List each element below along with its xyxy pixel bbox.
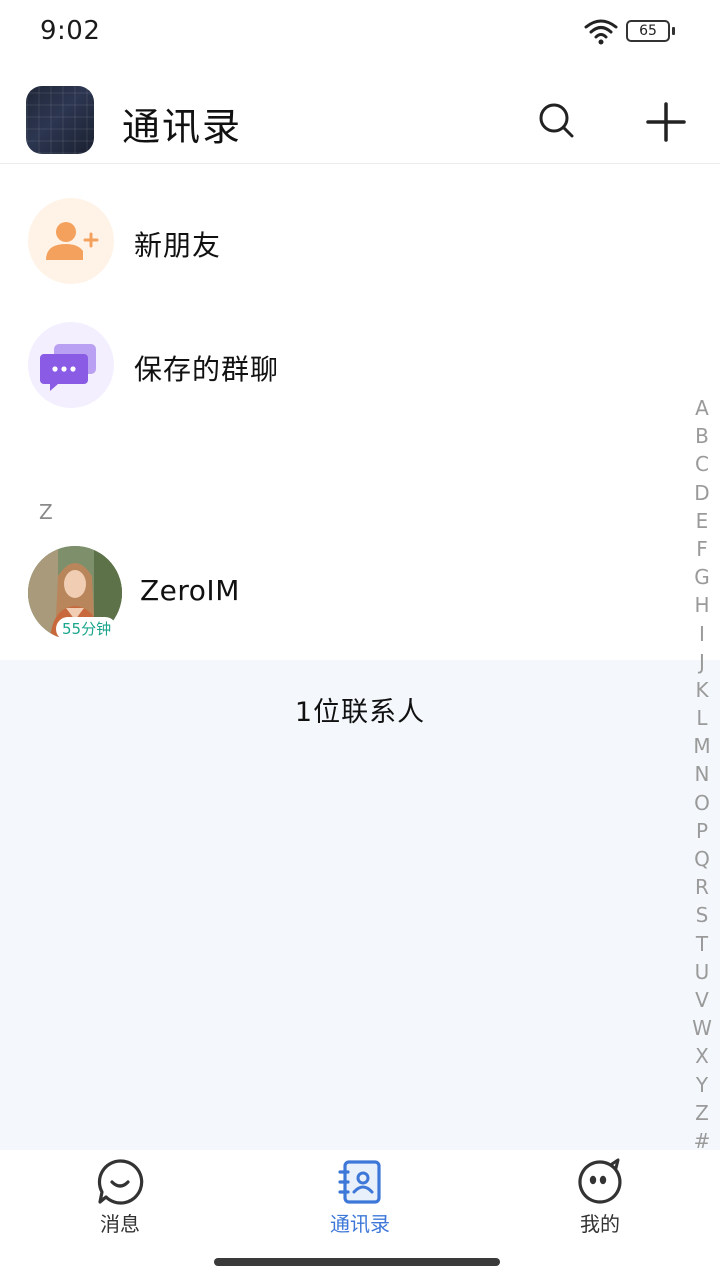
- message-icon: [97, 1159, 144, 1205]
- alphabet-letter[interactable]: W: [686, 1014, 718, 1042]
- alphabet-letter[interactable]: E: [686, 507, 718, 535]
- search-icon[interactable]: [536, 100, 576, 140]
- home-indicator: [214, 1258, 500, 1266]
- alphabet-letter[interactable]: F: [686, 535, 718, 563]
- add-friend-icon: [28, 198, 114, 284]
- add-icon[interactable]: [644, 100, 688, 144]
- contacts-screen: 9:02 65 通讯录 新朋友 保存的群聊 Z 55分钟 ZeroIM 1位联系…: [0, 0, 720, 1280]
- alphabet-letter[interactable]: L: [686, 704, 718, 732]
- contact-name: ZeroIM: [140, 574, 240, 607]
- user-avatar[interactable]: [26, 86, 94, 154]
- alphabet-letter[interactable]: B: [686, 422, 718, 450]
- saved-groups-label: 保存的群聊: [134, 353, 280, 386]
- nav-messages-label: 消息: [100, 1212, 140, 1236]
- contacts-icon: [338, 1160, 381, 1204]
- alphabet-letter[interactable]: Y: [686, 1071, 718, 1099]
- alphabet-letter[interactable]: G: [686, 563, 718, 591]
- alphabet-letter[interactable]: Z: [686, 1099, 718, 1127]
- last-active-badge: 55分钟: [56, 617, 118, 641]
- nav-contacts-label: 通讯录: [330, 1212, 390, 1236]
- alphabet-letter[interactable]: P: [686, 817, 718, 845]
- alphabet-letter[interactable]: R: [686, 873, 718, 901]
- alphabet-letter[interactable]: U: [686, 958, 718, 986]
- new-friends-item[interactable]: 新朋友: [0, 186, 720, 296]
- alphabet-letter[interactable]: A: [686, 394, 718, 422]
- app-header: 通讯录: [0, 64, 720, 164]
- profile-icon: [578, 1158, 622, 1204]
- alphabet-index[interactable]: A B C D E F G H I J K L M N O P Q R S T U V W X Y Z #: [686, 394, 718, 1155]
- alphabet-letter[interactable]: T: [686, 930, 718, 958]
- wifi-icon: [584, 19, 618, 45]
- alphabet-letter[interactable]: K: [686, 676, 718, 704]
- nav-messages[interactable]: 消息: [0, 1150, 240, 1240]
- bottom-nav: 消息 通讯录 我的: [0, 1150, 720, 1240]
- alphabet-letter[interactable]: J: [686, 648, 718, 676]
- group-chat-icon: [28, 322, 114, 408]
- alphabet-letter[interactable]: V: [686, 986, 718, 1014]
- alphabet-letter[interactable]: S: [686, 901, 718, 929]
- nav-profile[interactable]: 我的: [480, 1150, 720, 1240]
- alphabet-letter[interactable]: X: [686, 1042, 718, 1070]
- alphabet-letter[interactable]: D: [686, 479, 718, 507]
- alphabet-letter[interactable]: H: [686, 591, 718, 619]
- nav-profile-label: 我的: [580, 1212, 620, 1236]
- new-friends-label: 新朋友: [134, 229, 222, 262]
- alphabet-letter[interactable]: C: [686, 450, 718, 478]
- contact-count: 1位联系人: [294, 697, 426, 728]
- alphabet-letter[interactable]: O: [686, 789, 718, 817]
- status-time: 9:02: [40, 16, 101, 46]
- contact-count-area: 1位联系人: [0, 660, 720, 1150]
- page-title: 通讯录: [122, 105, 243, 149]
- saved-groups-item[interactable]: 保存的群聊: [0, 310, 720, 420]
- status-bar: 9:02 65: [0, 0, 720, 64]
- alphabet-letter[interactable]: I: [686, 620, 718, 648]
- nav-contacts[interactable]: 通讯录: [240, 1150, 480, 1240]
- battery-level: 65: [639, 23, 657, 39]
- section-header: Z: [39, 500, 53, 524]
- battery-icon: 65: [626, 20, 676, 44]
- alphabet-letter[interactable]: M: [686, 732, 718, 760]
- contact-row[interactable]: 55分钟 ZeroIM: [0, 540, 690, 650]
- alphabet-letter[interactable]: N: [686, 760, 718, 788]
- alphabet-letter[interactable]: Q: [686, 845, 718, 873]
